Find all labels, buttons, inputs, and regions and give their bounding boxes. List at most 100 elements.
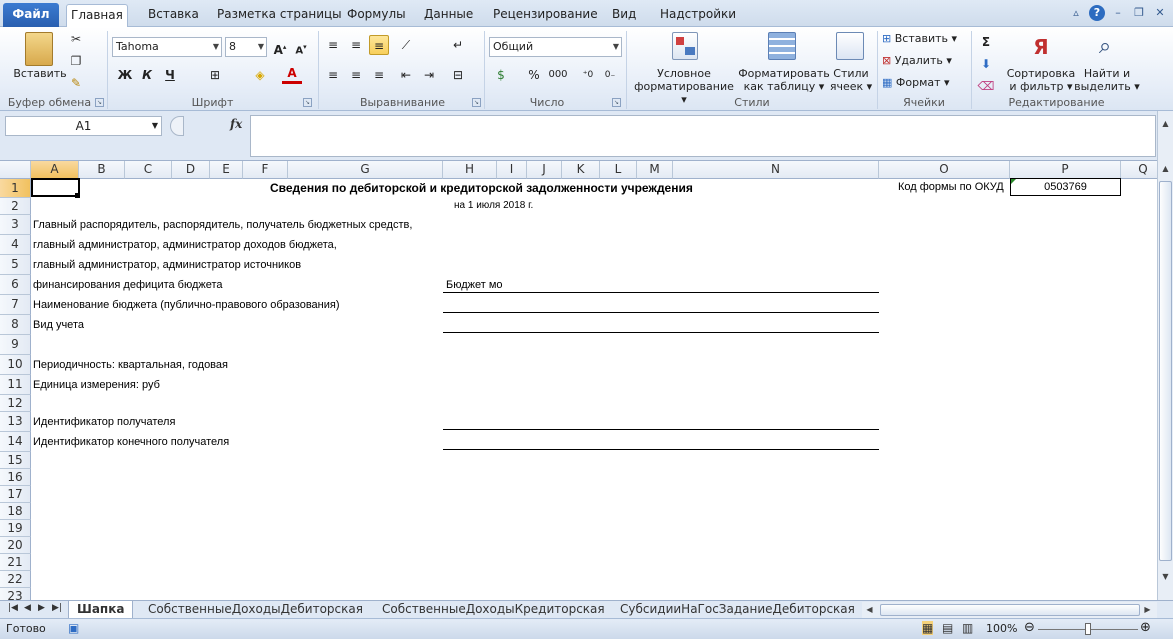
delete-cells-button[interactable]: ⊠ Удалить ▾ xyxy=(882,54,967,67)
row-header-6[interactable]: 6 xyxy=(0,275,31,295)
number-launcher-icon[interactable]: ↘ xyxy=(612,98,621,107)
scroll-up-icon[interactable]: ▲ xyxy=(1158,116,1173,131)
column-header-d[interactable]: D xyxy=(172,161,210,179)
tab-review[interactable]: Рецензирование xyxy=(489,4,602,27)
column-header-e[interactable]: E xyxy=(210,161,243,179)
align-center-icon[interactable]: ≡ xyxy=(346,65,366,85)
last-sheet-icon[interactable]: ▶| xyxy=(52,603,62,613)
scroll-thumb[interactable] xyxy=(1159,181,1172,561)
row-header-22[interactable]: 22 xyxy=(0,571,31,588)
zoom-slider-thumb[interactable] xyxy=(1085,623,1091,635)
restore-icon[interactable]: ❐ xyxy=(1131,5,1147,21)
borders-icon[interactable]: ⊞ xyxy=(205,65,225,85)
scroll-up-icon[interactable]: ▲ xyxy=(1158,161,1173,176)
row-header-17[interactable]: 17 xyxy=(0,486,31,503)
row-header-2[interactable]: 2 xyxy=(0,198,31,215)
font-size-combo[interactable]: 8 ▼ xyxy=(225,37,267,57)
zoom-in-icon[interactable]: ⊕ xyxy=(1140,620,1151,635)
row-header-21[interactable]: 21 xyxy=(0,554,31,571)
zoom-level[interactable]: 100% xyxy=(986,622,1017,635)
column-header-a[interactable]: A xyxy=(31,161,79,179)
collapse-ribbon-icon[interactable]: ▵ xyxy=(1068,5,1084,21)
column-header-i[interactable]: I xyxy=(497,161,527,179)
worksheet-grid[interactable]: A B C D E F G H I J K L M N O P Q 123456… xyxy=(0,161,1157,600)
select-all-corner[interactable] xyxy=(0,161,31,179)
row-header-13[interactable]: 13 xyxy=(0,412,31,432)
row-header-20[interactable]: 20 xyxy=(0,537,31,554)
column-header-j[interactable]: J xyxy=(527,161,562,179)
zoom-out-icon[interactable]: ⊖ xyxy=(1024,620,1035,635)
align-top-icon[interactable]: ≡ xyxy=(323,35,343,55)
thousands-separator-button[interactable]: 000 xyxy=(546,65,570,85)
column-header-h[interactable]: H xyxy=(443,161,497,179)
row-header-12[interactable]: 12 xyxy=(0,395,31,412)
find-select-icon[interactable]: ⌕ xyxy=(1090,32,1120,62)
row-header-4[interactable]: 4 xyxy=(0,235,31,255)
row-header-1[interactable]: 1 xyxy=(0,179,31,198)
column-header-b[interactable]: B xyxy=(79,161,125,179)
fill-color-icon[interactable]: ◈ xyxy=(250,65,270,85)
row-header-18[interactable]: 18 xyxy=(0,503,31,520)
tab-home[interactable]: Главная xyxy=(66,4,128,28)
row-header-16[interactable]: 16 xyxy=(0,469,31,486)
column-header-p[interactable]: P xyxy=(1010,161,1121,179)
row-header-7[interactable]: 7 xyxy=(0,295,31,315)
row-header-3[interactable]: 3 xyxy=(0,215,31,235)
tab-insert[interactable]: Вставка xyxy=(144,4,203,27)
column-header-q[interactable]: Q xyxy=(1121,161,1157,179)
fill-icon[interactable]: ⬇ xyxy=(976,54,996,74)
sheet-tab-shapka[interactable]: Шапка xyxy=(68,601,134,618)
column-header-o[interactable]: O xyxy=(879,161,1010,179)
currency-icon[interactable]: $ xyxy=(491,65,511,85)
name-box[interactable]: A1 ▼ xyxy=(5,116,162,136)
clipboard-launcher-icon[interactable]: ↘ xyxy=(95,98,104,107)
scroll-right-icon[interactable]: ▶ xyxy=(1140,602,1155,617)
format-as-table-button[interactable]: Форматировать как таблицу ▾ xyxy=(738,67,830,93)
column-header-l[interactable]: L xyxy=(600,161,637,179)
column-header-m[interactable]: M xyxy=(637,161,673,179)
increase-font-icon[interactable]: A▴ xyxy=(270,37,290,57)
row-header-14[interactable]: 14 xyxy=(0,432,31,452)
sheet-tab-subsidies-debit[interactable]: СубсидииНаГосЗаданиеДебиторская xyxy=(612,601,863,618)
tab-view[interactable]: Вид xyxy=(608,4,640,27)
minimize-icon[interactable]: – xyxy=(1110,5,1126,21)
cell-styles-icon[interactable] xyxy=(836,32,864,60)
merge-cells-icon[interactable]: ⊟ xyxy=(448,65,468,85)
insert-cells-button[interactable]: ⊞ Вставить ▾ xyxy=(882,32,967,45)
alignment-launcher-icon[interactable]: ↘ xyxy=(472,98,481,107)
sort-filter-icon[interactable]: Я xyxy=(1026,32,1056,62)
conditional-formatting-icon[interactable] xyxy=(672,32,698,60)
cut-icon[interactable]: ✂ xyxy=(68,31,84,47)
number-format-combo[interactable]: Общий ▼ xyxy=(489,37,622,57)
close-icon[interactable]: ✕ xyxy=(1152,5,1168,21)
font-color-icon[interactable]: A xyxy=(282,65,302,84)
okud-value-cell[interactable]: 0503769 xyxy=(1010,178,1121,196)
bold-button[interactable]: Ж xyxy=(115,65,135,85)
formula-input[interactable] xyxy=(250,115,1156,157)
sort-filter-button[interactable]: Сортировка и фильтр ▾ xyxy=(1004,67,1078,93)
page-break-view-icon[interactable]: ▥ xyxy=(962,621,973,635)
row-header-8[interactable]: 8 xyxy=(0,315,31,335)
paste-button[interactable]: Вставить xyxy=(10,67,70,80)
column-header-f[interactable]: F xyxy=(243,161,288,179)
tab-page-layout[interactable]: Разметка страницы xyxy=(213,4,346,27)
column-header-c[interactable]: C xyxy=(125,161,172,179)
horizontal-scroll-thumb[interactable] xyxy=(880,604,1140,616)
decrease-decimal-icon[interactable]: 0₋ xyxy=(600,65,620,85)
row-header-10[interactable]: 10 xyxy=(0,355,31,375)
italic-button[interactable]: К xyxy=(137,65,157,85)
column-header-n[interactable]: N xyxy=(673,161,879,179)
macro-record-icon[interactable]: ▣ xyxy=(68,621,79,635)
sheet-tab-own-income-credit[interactable]: СобственныеДоходыКредиторская xyxy=(374,601,613,618)
horizontal-scrollbar[interactable]: ◀ ▶ xyxy=(862,602,1157,618)
row-header-9[interactable]: 9 xyxy=(0,335,31,355)
decrease-indent-icon[interactable]: ⇤ xyxy=(396,65,416,85)
name-box-resize-handle[interactable] xyxy=(170,116,184,136)
active-cell-a1[interactable] xyxy=(31,178,80,197)
orientation-icon[interactable]: ⟋ xyxy=(396,35,416,55)
page-layout-view-icon[interactable]: ▤ xyxy=(942,621,953,635)
prev-sheet-icon[interactable]: ◀ xyxy=(24,603,31,613)
row-header-11[interactable]: 11 xyxy=(0,375,31,395)
percent-button[interactable]: % xyxy=(524,65,544,85)
paste-icon[interactable] xyxy=(25,32,53,66)
